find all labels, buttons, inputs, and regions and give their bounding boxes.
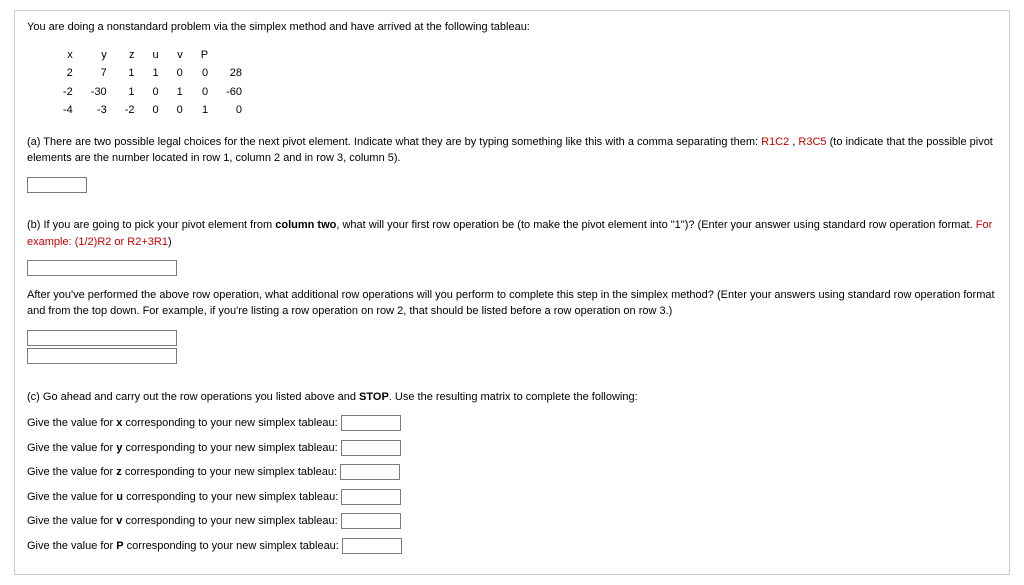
value-row-y: Give the value for y corresponding to yo… [27,440,997,457]
value-pre: Give the value for [27,540,116,552]
value-post: corresponding to your new simplex tablea… [122,442,337,454]
intro-text: You are doing a nonstandard problem via … [27,19,997,36]
part-c-suffix: . Use the resulting matrix to complete t… [389,391,638,403]
part-c-stop: STOP [359,391,389,403]
cell: -2 [57,83,85,102]
cell: -4 [57,101,85,120]
part-b1-example-vals: (1/2)R2 or R2+3R1 [72,236,168,248]
col-header: P [195,46,220,65]
part-b1-bold: column two [275,219,336,231]
value-pre: Give the value for [27,442,116,454]
col-header: z [119,46,147,65]
cell: 1 [119,83,147,102]
cell: 2 [57,64,85,83]
part-a-prefix: (a) There are two possible legal choices… [27,136,761,148]
col-header: u [146,46,170,65]
cell: 0 [146,101,170,120]
part-b1-suffix: , what will your first row operation be … [336,219,975,231]
value-row-v: Give the value for v corresponding to yo… [27,513,997,530]
cell: 7 [85,64,119,83]
value-post: corresponding to your new simplex tablea… [122,417,337,429]
part-a-text: (a) There are two possible legal choices… [27,134,997,167]
value-input-y[interactable] [341,440,401,456]
part-b2-input-2[interactable] [27,348,177,364]
value-pre: Give the value for [27,491,116,503]
value-row-x: Give the value for x corresponding to yo… [27,415,997,432]
value-input-v[interactable] [341,513,401,529]
part-b1-text: (b) If you are going to pick your pivot … [27,217,997,250]
value-input-p[interactable] [342,538,402,554]
part-b1-input[interactable] [27,260,177,276]
problem-container: You are doing a nonstandard problem via … [14,10,1010,575]
value-input-u[interactable] [341,489,401,505]
part-b1-close: ) [168,236,172,248]
cell: 0 [171,101,195,120]
cell: 0 [171,64,195,83]
cell: -30 [85,83,119,102]
tableau-row: 2 7 1 1 0 0 28 [57,64,254,83]
cell: 0 [146,83,170,102]
value-input-x[interactable] [341,415,401,431]
value-row-p: Give the value for P corresponding to yo… [27,538,997,555]
cell: 1 [119,64,147,83]
value-row-u: Give the value for u corresponding to yo… [27,489,997,506]
value-post: corresponding to your new simplex tablea… [123,491,338,503]
value-pre: Give the value for [27,466,116,478]
tableau-header-row: x y z u v P [57,46,254,65]
value-var: P [116,540,123,552]
value-input-z[interactable] [340,464,400,480]
col-header: y [85,46,119,65]
part-c-prefix: (c) Go ahead and carry out the row opera… [27,391,359,403]
cell: 1 [146,64,170,83]
cell: 1 [171,83,195,102]
cell: 0 [195,64,220,83]
value-post: corresponding to your new simplex tablea… [122,466,337,478]
part-a-input[interactable] [27,177,87,193]
cell: 0 [220,101,254,120]
cell: 0 [195,83,220,102]
value-post: corresponding to your new simplex tablea… [124,540,339,552]
value-post: corresponding to your new simplex tablea… [122,515,337,527]
col-header: x [57,46,85,65]
part-b1-prefix: (b) If you are going to pick your pivot … [27,219,275,231]
tableau-row: -2 -30 1 0 1 0 -60 [57,83,254,102]
part-a-ex1: R1C2 [761,136,789,148]
simplex-tableau: x y z u v P 2 7 1 1 0 0 28 -2 -30 1 0 1 … [57,46,254,120]
value-pre: Give the value for [27,515,116,527]
cell: -3 [85,101,119,120]
part-b2-input-1[interactable] [27,330,177,346]
part-b2-text: After you've performed the above row ope… [27,287,997,320]
value-pre: Give the value for [27,417,116,429]
col-header: v [171,46,195,65]
cell: -2 [119,101,147,120]
col-header [220,46,254,65]
part-c-text: (c) Go ahead and carry out the row opera… [27,389,997,406]
value-row-z: Give the value for z corresponding to yo… [27,464,997,481]
part-a-ex2: R3C5 [798,136,826,148]
cell: -60 [220,83,254,102]
value-var: u [116,491,123,503]
tableau-row: -4 -3 -2 0 0 1 0 [57,101,254,120]
cell: 28 [220,64,254,83]
cell: 1 [195,101,220,120]
